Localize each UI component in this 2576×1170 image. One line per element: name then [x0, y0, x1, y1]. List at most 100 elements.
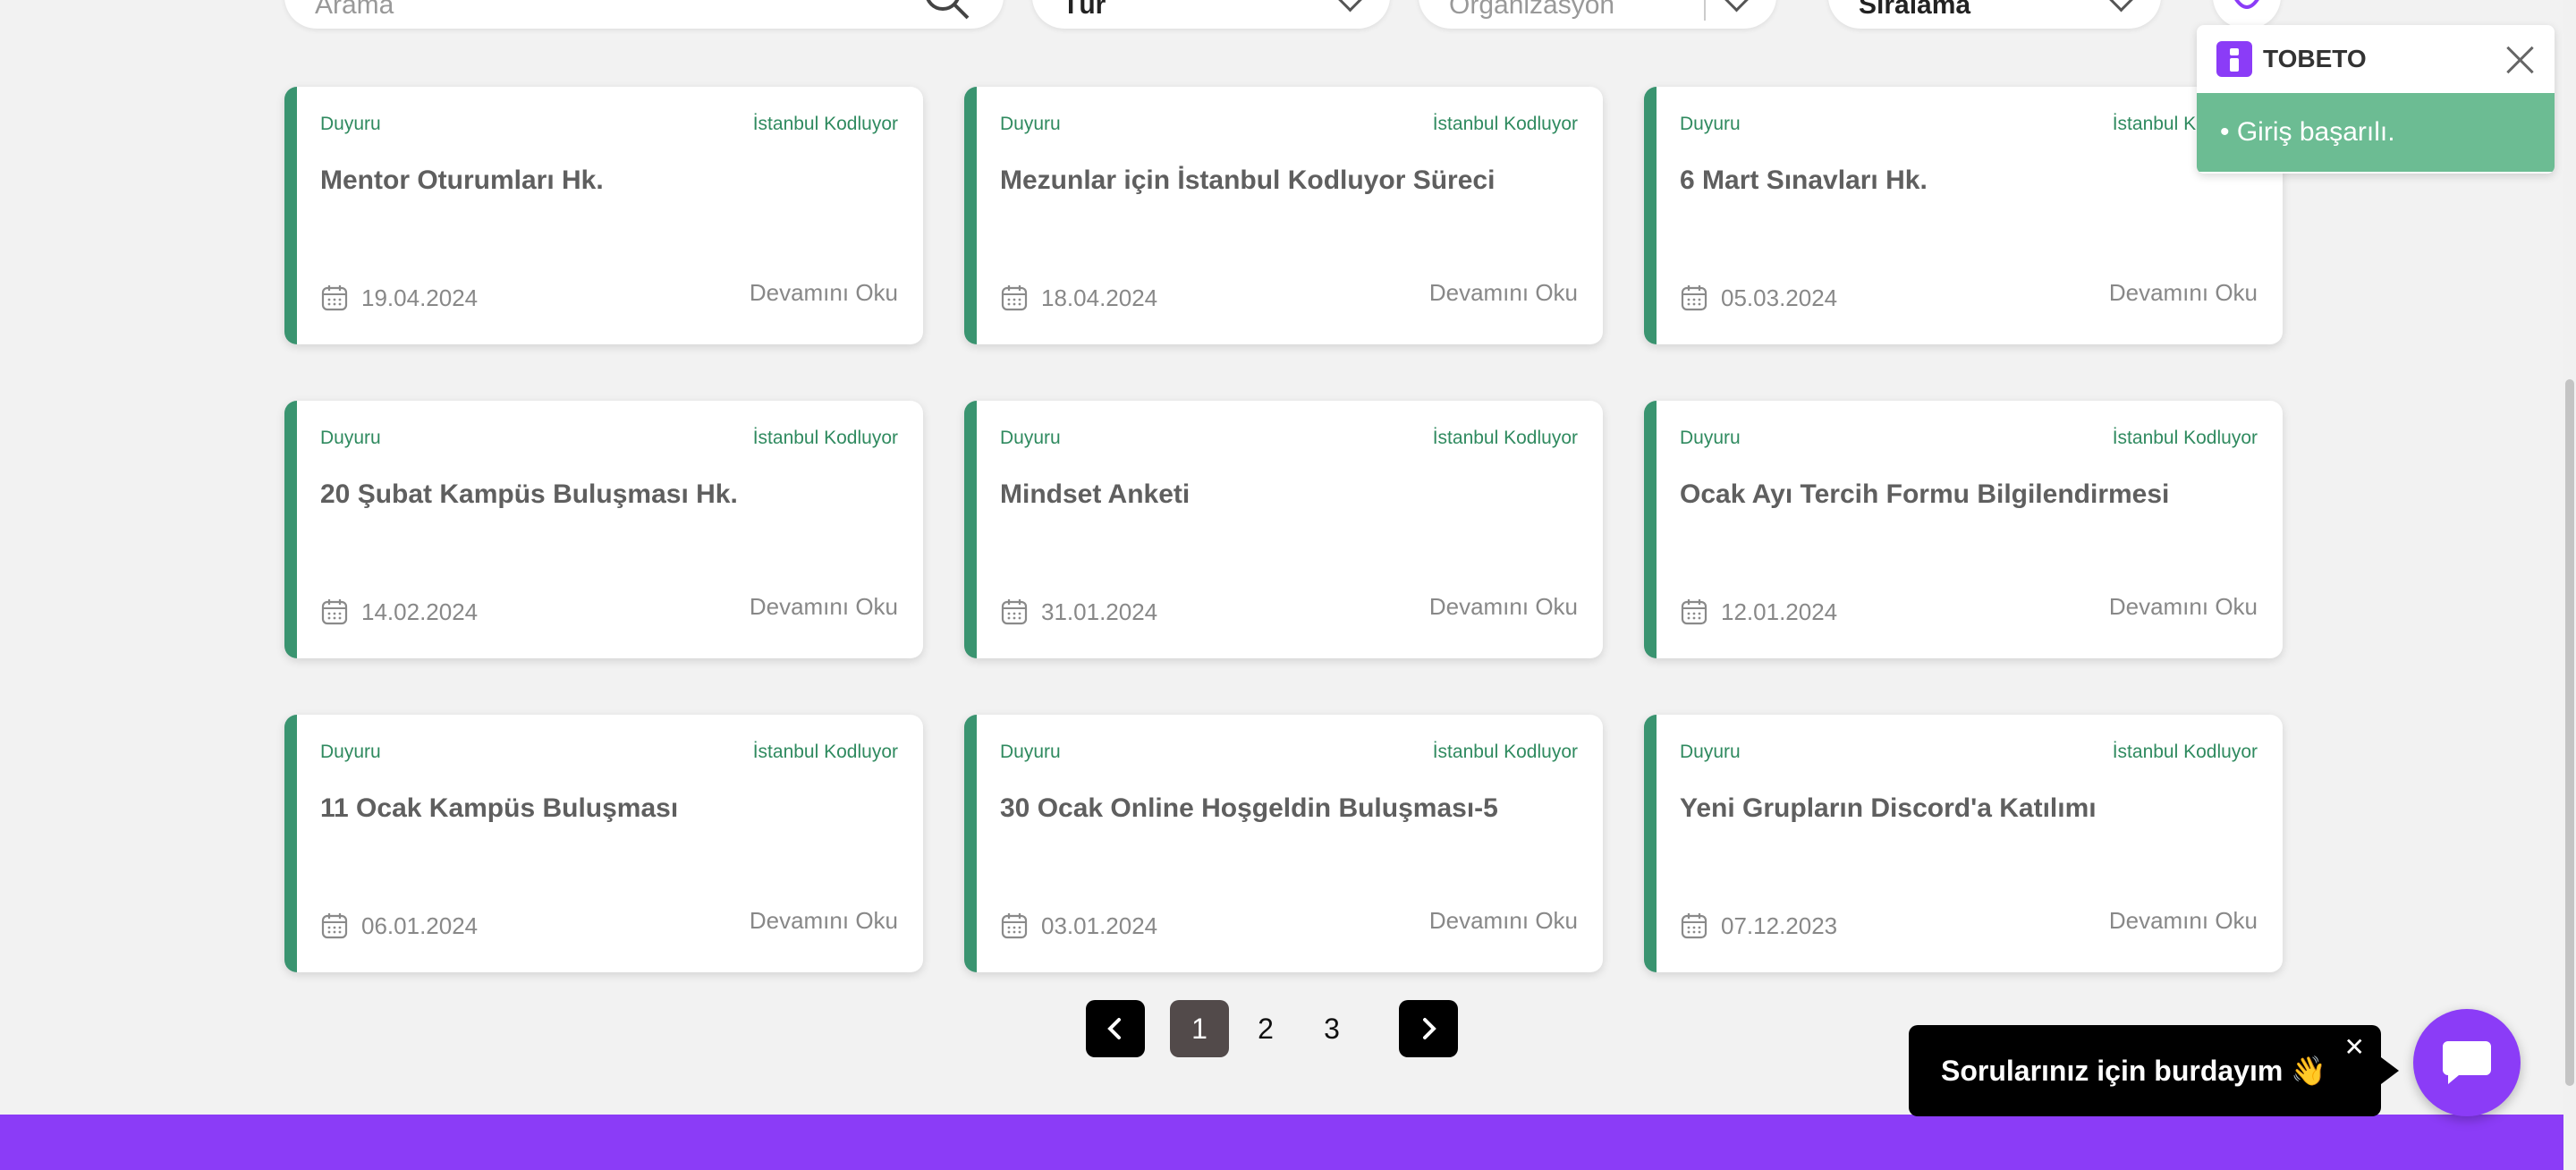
card-date-text: 18.04.2024 — [1041, 284, 1158, 311]
card-date: 07.12.2023 — [1680, 911, 1837, 940]
card-organization: İstanbul Kodluyor — [1432, 742, 1578, 762]
card-category: Duyuru — [320, 742, 381, 762]
search-placeholder: Arama — [315, 0, 394, 20]
sort-select-value: Sıralama — [1859, 0, 1971, 20]
announcement-card[interactable]: Duyuru İstanbul Kodluyor Mindset Anketi … — [964, 401, 1603, 658]
filter-clear-icon — [2234, 0, 2259, 9]
card-date-text: 06.01.2024 — [361, 911, 479, 939]
pagination-prev-button[interactable] — [1086, 1000, 1145, 1057]
calendar-icon — [321, 285, 348, 311]
card-organization: İstanbul Kodluyor — [752, 742, 898, 762]
read-more-link[interactable]: Devamını Oku — [2109, 279, 2258, 307]
chevron-down-icon — [1336, 0, 1364, 12]
announcement-card[interactable]: Duyuru İstanbul Kodluyor 11 Ocak Kampüs … — [284, 715, 923, 972]
close-icon[interactable]: ✕ — [2344, 1032, 2365, 1062]
chevron-down-icon — [2107, 0, 2135, 12]
card-title: 6 Mart Sınavları Hk. — [1680, 165, 1928, 195]
card-date: 14.02.2024 — [320, 598, 478, 626]
pagination-page-2[interactable]: 2 — [1236, 1000, 1295, 1057]
card-date: 19.04.2024 — [320, 284, 478, 312]
chat-bubble[interactable]: Sorularınız için burdayım 👋 ✕ — [1909, 1025, 2399, 1116]
type-select-value: Tür — [1063, 0, 1106, 20]
card-category: Duyuru — [1680, 428, 1741, 448]
organization-select[interactable]: Organizasyon — [1419, 0, 1776, 29]
card-date-text: 14.02.2024 — [361, 598, 479, 625]
calendar-icon — [321, 599, 348, 625]
announcement-card[interactable]: Duyuru İstanbul Kodluyor 6 Mart Sınavlar… — [1644, 87, 2283, 344]
chat-button[interactable] — [2413, 1009, 2521, 1116]
read-more-link[interactable]: Devamını Oku — [1429, 279, 1578, 307]
card-title: 30 Ocak Online Hoşgeldin Buluşması-5 — [1000, 793, 1498, 823]
read-more-link[interactable]: Devamını Oku — [1429, 907, 1578, 935]
card-date: 03.01.2024 — [1000, 911, 1157, 940]
card-category: Duyuru — [1680, 114, 1741, 134]
calendar-icon — [1681, 285, 1707, 311]
chevron-down-icon — [1723, 0, 1750, 12]
read-more-link[interactable]: Devamını Oku — [1429, 593, 1578, 621]
search-input[interactable]: Arama — [284, 0, 1004, 29]
pagination-page-1[interactable]: 1 — [1170, 1000, 1229, 1057]
type-select[interactable]: Tür — [1032, 0, 1390, 29]
card-date-text: 12.01.2024 — [1721, 598, 1838, 625]
card-organization: İstanbul Kodluyor — [752, 428, 898, 448]
card-category: Duyuru — [1680, 742, 1741, 762]
card-date: 06.01.2024 — [320, 911, 478, 940]
read-more-link[interactable]: Devamını Oku — [2109, 907, 2258, 935]
calendar-icon — [321, 913, 348, 939]
select-separator — [1704, 0, 1706, 21]
chat-bubble-text: Sorularınız için burdayım 👋 — [1941, 1055, 2327, 1087]
search-icon[interactable] — [919, 0, 973, 27]
read-more-link[interactable]: Devamını Oku — [2109, 593, 2258, 621]
pagination-page-3[interactable]: 3 — [1302, 1000, 1361, 1057]
chat-icon — [2443, 1041, 2491, 1084]
organization-placeholder: Organizasyon — [1449, 0, 1615, 20]
announcement-card[interactable]: Duyuru İstanbul Kodluyor 30 Ocak Online … — [964, 715, 1603, 972]
card-organization: İstanbul Kodluyor — [1432, 114, 1578, 134]
card-category: Duyuru — [1000, 428, 1061, 448]
chevron-left-icon — [1107, 1018, 1121, 1039]
card-title: Mentor Oturumları Hk. — [320, 165, 604, 195]
pagination-next-button[interactable] — [1399, 1000, 1458, 1057]
announcement-card[interactable]: Duyuru İstanbul Kodluyor Mentor Oturumla… — [284, 87, 923, 344]
footer — [0, 1115, 2563, 1170]
card-organization: İstanbul Kodluyor — [1432, 428, 1578, 448]
sort-select[interactable]: Sıralama — [1828, 0, 2161, 29]
card-organization: İstanbul Kodluyor — [752, 114, 898, 134]
calendar-icon — [1001, 285, 1028, 311]
scrollbar-thumb[interactable] — [2565, 379, 2574, 1086]
tobeto-logo-icon — [2216, 41, 2252, 77]
read-more-link[interactable]: Devamını Oku — [750, 593, 898, 621]
announcement-card[interactable]: Duyuru İstanbul Kodluyor 20 Şubat Kampüs… — [284, 401, 923, 658]
card-date-text: 03.01.2024 — [1041, 911, 1158, 939]
announcement-card[interactable]: Duyuru İstanbul Kodluyor Yeni Grupların … — [1644, 715, 2283, 972]
card-title: Yeni Grupların Discord'a Katılımı — [1680, 793, 2097, 823]
card-title: 20 Şubat Kampüs Buluşması Hk. — [320, 479, 738, 509]
card-date-text: 07.12.2023 — [1721, 911, 1838, 939]
read-more-link[interactable]: Devamını Oku — [750, 279, 898, 307]
close-icon[interactable] — [2504, 44, 2535, 74]
announcement-card[interactable]: Duyuru İstanbul Kodluyor Mezunlar için İ… — [964, 87, 1603, 344]
calendar-icon — [1001, 599, 1028, 625]
calendar-icon — [1681, 913, 1707, 939]
calendar-icon — [1001, 913, 1028, 939]
card-date-text: 19.04.2024 — [361, 284, 479, 311]
card-category: Duyuru — [320, 114, 381, 134]
card-category: Duyuru — [1000, 114, 1061, 134]
announcement-card[interactable]: Duyuru İstanbul Kodluyor Ocak Ayı Tercih… — [1644, 401, 2283, 658]
calendar-icon — [1681, 599, 1707, 625]
card-category: Duyuru — [320, 428, 381, 448]
toast-message: • Giriş başarılı. — [2197, 93, 2555, 172]
card-title: Mezunlar için İstanbul Kodluyor Süreci — [1000, 165, 1496, 195]
card-title: 11 Ocak Kampüs Buluşması — [320, 793, 679, 823]
card-title: Mindset Anketi — [1000, 479, 1191, 509]
toast-header: TOBETO — [2197, 25, 2555, 93]
toast-notification: TOBETO • Giriş başarılı. — [2197, 25, 2555, 174]
card-title: Ocak Ayı Tercih Formu Bilgilendirmesi — [1680, 479, 2170, 509]
card-date-text: 31.01.2024 — [1041, 598, 1158, 625]
read-more-link[interactable]: Devamını Oku — [750, 907, 898, 935]
toast-brand: TOBETO — [2263, 45, 2367, 72]
card-date: 18.04.2024 — [1000, 284, 1157, 312]
card-organization: İstanbul Kodluyor — [2112, 428, 2258, 448]
card-organization: İstanbul Kodluyor — [2112, 742, 2258, 762]
card-category: Duyuru — [1000, 742, 1061, 762]
